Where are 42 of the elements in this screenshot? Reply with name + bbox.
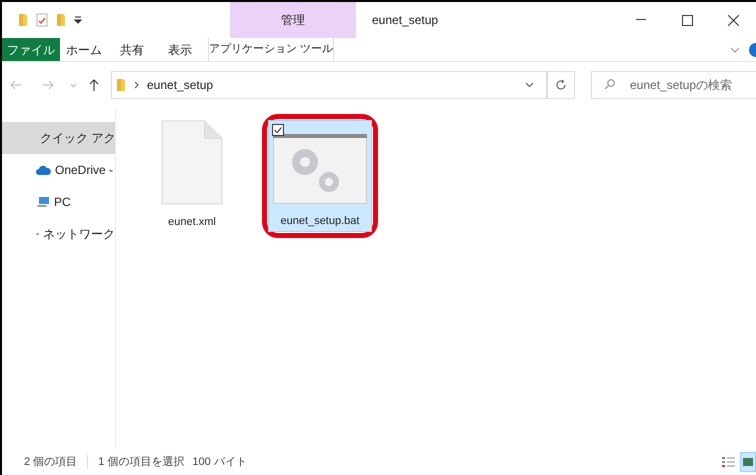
file-name: eunet.xml: [168, 215, 216, 229]
checkbox[interactable]: [272, 124, 284, 136]
cloud-icon: [36, 165, 51, 175]
address-bar[interactable]: eunet_setup: [111, 71, 547, 99]
image-icon: [743, 458, 753, 466]
status-size: 100 バイト: [192, 454, 247, 470]
search-field[interactable]: eunet_setupの検索: [591, 71, 756, 99]
computer-icon: [36, 196, 50, 208]
refresh-button[interactable]: [547, 71, 575, 99]
chevron-down-icon[interactable]: [525, 82, 534, 88]
up-icon[interactable]: [89, 79, 99, 91]
context-tab-header: 管理: [230, 2, 356, 38]
ribbon-tab[interactable]: アプリケーション ツール: [208, 38, 334, 61]
status-selection: 1 個の項目を選択: [98, 454, 184, 470]
close-icon: [728, 14, 738, 26]
details-view-icon[interactable]: [722, 456, 736, 468]
window-title: eunet_setup: [371, 12, 440, 29]
folder-icon: [116, 78, 126, 92]
sidebar-item[interactable]: OneDrive -: [2, 154, 115, 186]
chevron-right-icon: [134, 81, 139, 89]
search-icon: [604, 79, 615, 90]
ribbon-tab[interactable]: ファイル: [2, 38, 60, 61]
ribbon-tab[interactable]: ホーム: [60, 38, 108, 61]
document-icon: [160, 120, 224, 205]
sidebar-item[interactable]: PC: [2, 186, 115, 218]
file-item[interactable]: eunet.xml: [140, 120, 244, 232]
ribbon-tab[interactable]: 表示: [156, 38, 204, 61]
sidebar-item[interactable]: クイック アク: [2, 122, 115, 154]
status-item-count: 2 個の項目: [24, 454, 78, 470]
maximize-icon: [682, 14, 692, 26]
dropdown-icon[interactable]: [74, 16, 82, 24]
file-item[interactable]: eunet_setup.bat: [268, 120, 372, 232]
minimize-icon: [636, 19, 646, 21]
folder-icon: [18, 13, 28, 27]
ribbon-tab[interactable]: 共有: [108, 38, 156, 61]
large-icons-view-button[interactable]: [740, 452, 756, 472]
refresh-icon: [556, 79, 566, 91]
file-name: eunet_setup.bat: [280, 214, 360, 228]
new-folder-icon: [56, 13, 66, 27]
properties-icon[interactable]: [36, 13, 48, 27]
sidebar-item[interactable]: ネットワーク: [2, 218, 115, 250]
address-path[interactable]: eunet_setup: [147, 76, 214, 94]
